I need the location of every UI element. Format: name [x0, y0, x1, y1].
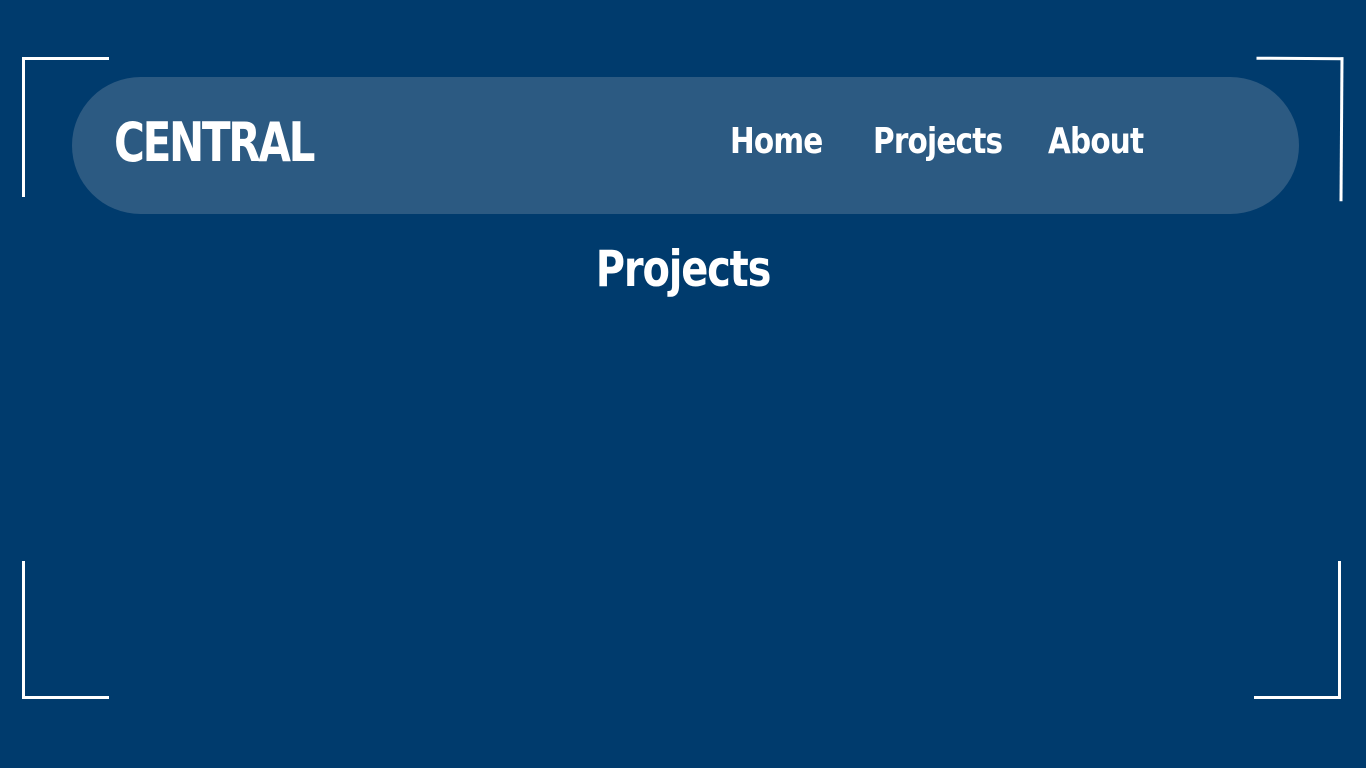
nav-link-projects[interactable]: Projects — [873, 117, 1003, 167]
nav-link-home[interactable]: Home — [730, 117, 823, 167]
frame-corner-bottom-left — [22, 561, 109, 699]
nav-links: Home Projects About — [72, 77, 1299, 214]
nav-link-about[interactable]: About — [1048, 117, 1144, 167]
page-title: Projects — [595, 240, 772, 298]
navbar: CENTRAL Home Projects About — [72, 77, 1299, 214]
page-title-wrapper: Projects — [0, 236, 1366, 302]
frame-corner-bottom-right — [1254, 561, 1341, 699]
